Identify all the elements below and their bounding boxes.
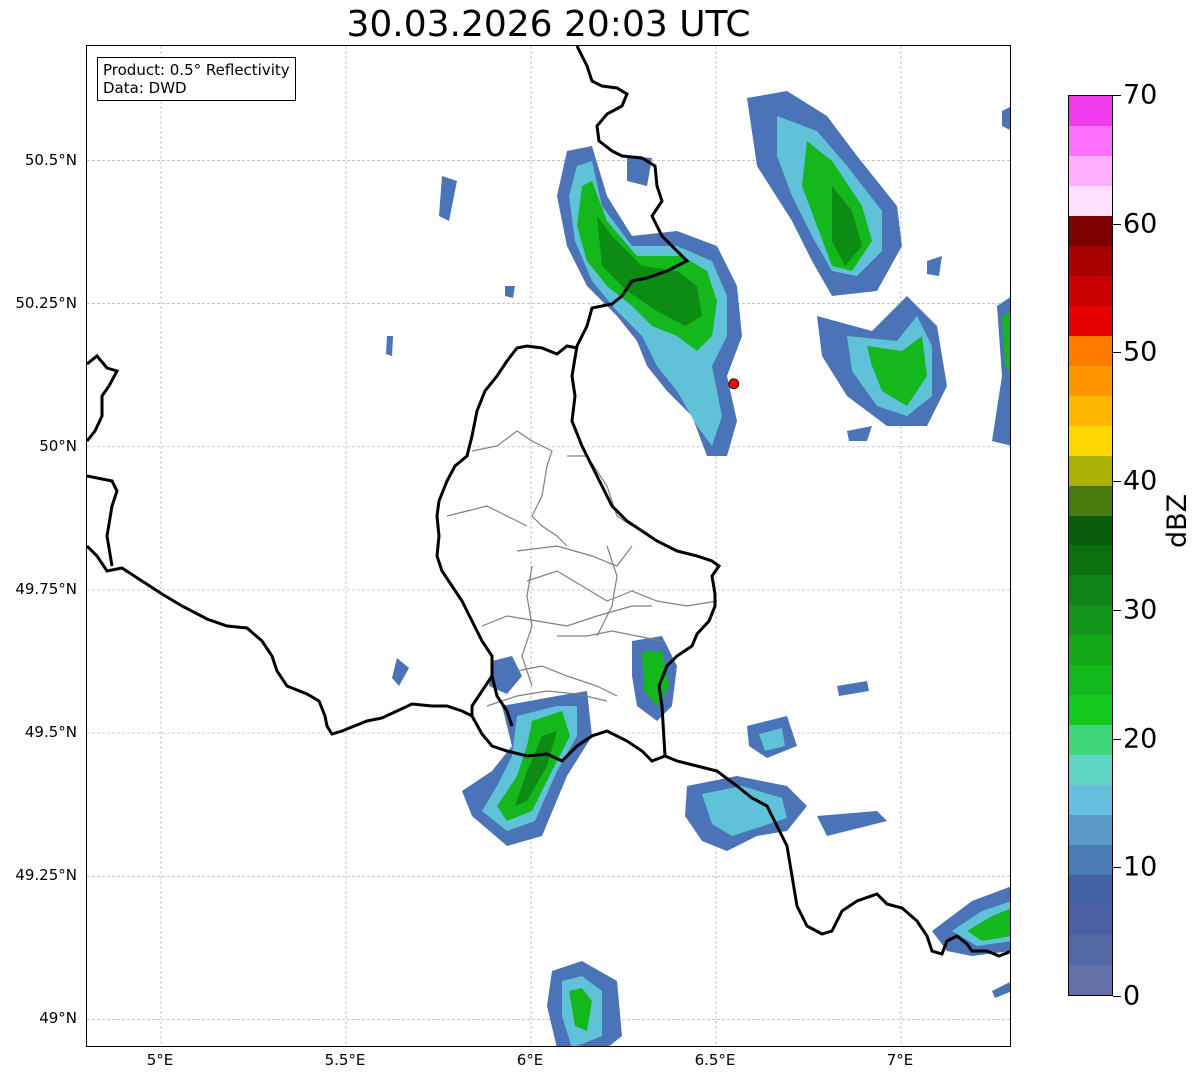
radar-map[interactable] bbox=[86, 45, 1011, 1047]
colorbar-segment bbox=[1069, 125, 1112, 156]
lat-tick-label: 49°N bbox=[39, 1009, 77, 1028]
reflectivity-echoes bbox=[386, 91, 1010, 1046]
echo-weak bbox=[927, 256, 942, 276]
echo-weak bbox=[386, 336, 393, 356]
colorbar-tick-label: 20 bbox=[1123, 723, 1158, 755]
colorbar-segment bbox=[1069, 725, 1112, 756]
product-label: Product: 0.5° Reflectivity bbox=[103, 61, 290, 79]
lat-tick-label: 49.75°N bbox=[15, 579, 77, 598]
colorbar-segment bbox=[1069, 455, 1112, 486]
colorbar-segment bbox=[1069, 905, 1112, 936]
echo-weak bbox=[817, 811, 887, 836]
colorbar-segment bbox=[1069, 845, 1112, 876]
colorbar-segment bbox=[1069, 635, 1112, 666]
echo-weak bbox=[1002, 107, 1010, 130]
colorbar-tick bbox=[1113, 996, 1121, 997]
colorbar-segment bbox=[1069, 305, 1112, 336]
colorbar-tick-label: 30 bbox=[1123, 594, 1158, 626]
lat-tick-label: 50.5°N bbox=[24, 150, 77, 169]
colorbar-segment bbox=[1069, 395, 1112, 426]
radar-site-marker[interactable] bbox=[728, 378, 740, 390]
colorbar-segment bbox=[1069, 275, 1112, 306]
data-source-label: Data: DWD bbox=[103, 79, 187, 97]
lat-tick-label: 49.25°N bbox=[15, 866, 77, 885]
colorbar-segment bbox=[1069, 485, 1112, 516]
colorbar-segment bbox=[1069, 425, 1112, 456]
colorbar-segment bbox=[1069, 695, 1112, 726]
echo-weak bbox=[837, 681, 869, 696]
echo-weak bbox=[992, 982, 1010, 998]
colorbar-tick bbox=[1113, 609, 1121, 611]
colorbar-segment bbox=[1069, 605, 1112, 636]
lon-tick-label: 6°E bbox=[516, 1051, 544, 1069]
colorbar-segment bbox=[1069, 965, 1112, 995]
colorbar-segment bbox=[1069, 785, 1112, 816]
colorbar-segment bbox=[1069, 875, 1112, 906]
colorbar-segment bbox=[1069, 245, 1112, 276]
colorbar-tick-label: 70 bbox=[1123, 79, 1158, 111]
colorbar-tick-label: 50 bbox=[1123, 336, 1158, 368]
lat-tick-label: 50°N bbox=[39, 436, 77, 455]
colorbar-segment bbox=[1069, 365, 1112, 396]
colorbar-segment bbox=[1069, 545, 1112, 576]
colorbar-segment bbox=[1069, 755, 1112, 786]
colorbar-unit-label: dBZ bbox=[1162, 493, 1193, 548]
colorbar-segment bbox=[1069, 335, 1112, 366]
colorbar-tick bbox=[1113, 223, 1121, 225]
lon-tick-label: 7°E bbox=[886, 1051, 914, 1069]
echo-weak bbox=[505, 286, 515, 298]
colorbar-tick bbox=[1113, 95, 1121, 96]
colorbar-segment bbox=[1069, 95, 1112, 126]
colorbar-segment bbox=[1069, 575, 1112, 606]
lon-tick-label: 5°E bbox=[146, 1051, 174, 1069]
radar-map-canvas bbox=[87, 46, 1010, 1046]
colorbar-segment bbox=[1069, 515, 1112, 546]
colorbar-tick bbox=[1113, 867, 1121, 869]
colorbar-tick-label: 10 bbox=[1123, 851, 1158, 883]
colorbar-tick bbox=[1113, 352, 1121, 354]
colorbar-segment bbox=[1069, 665, 1112, 696]
echo-weak bbox=[439, 176, 457, 221]
colorbar-segment bbox=[1069, 935, 1112, 966]
colorbar-tick bbox=[1113, 738, 1121, 740]
colorbar-tick-label: 0 bbox=[1123, 980, 1141, 1012]
colorbar-tick-label: 60 bbox=[1123, 208, 1158, 240]
colorbar-segment bbox=[1069, 185, 1112, 216]
info-box: Product: 0.5° Reflectivity Data: DWD bbox=[97, 57, 296, 101]
colorbar-tick-label: 40 bbox=[1123, 465, 1158, 497]
echo-weak bbox=[392, 658, 409, 686]
canton-boundaries bbox=[446, 430, 718, 707]
colorbar-segment bbox=[1069, 215, 1112, 246]
colorbar-tick bbox=[1113, 481, 1121, 483]
colorbar-segment bbox=[1069, 815, 1112, 846]
colorbar-segment bbox=[1069, 155, 1112, 186]
echo-weak bbox=[847, 426, 872, 441]
lon-tick-label: 5.5°E bbox=[324, 1051, 366, 1069]
colorbar bbox=[1068, 95, 1113, 996]
lon-tick-label: 6.5°E bbox=[694, 1051, 736, 1069]
map-title: 30.03.2026 20:03 UTC bbox=[346, 4, 751, 45]
lat-tick-label: 50.25°N bbox=[15, 293, 77, 312]
lat-tick-label: 49.5°N bbox=[24, 723, 77, 742]
